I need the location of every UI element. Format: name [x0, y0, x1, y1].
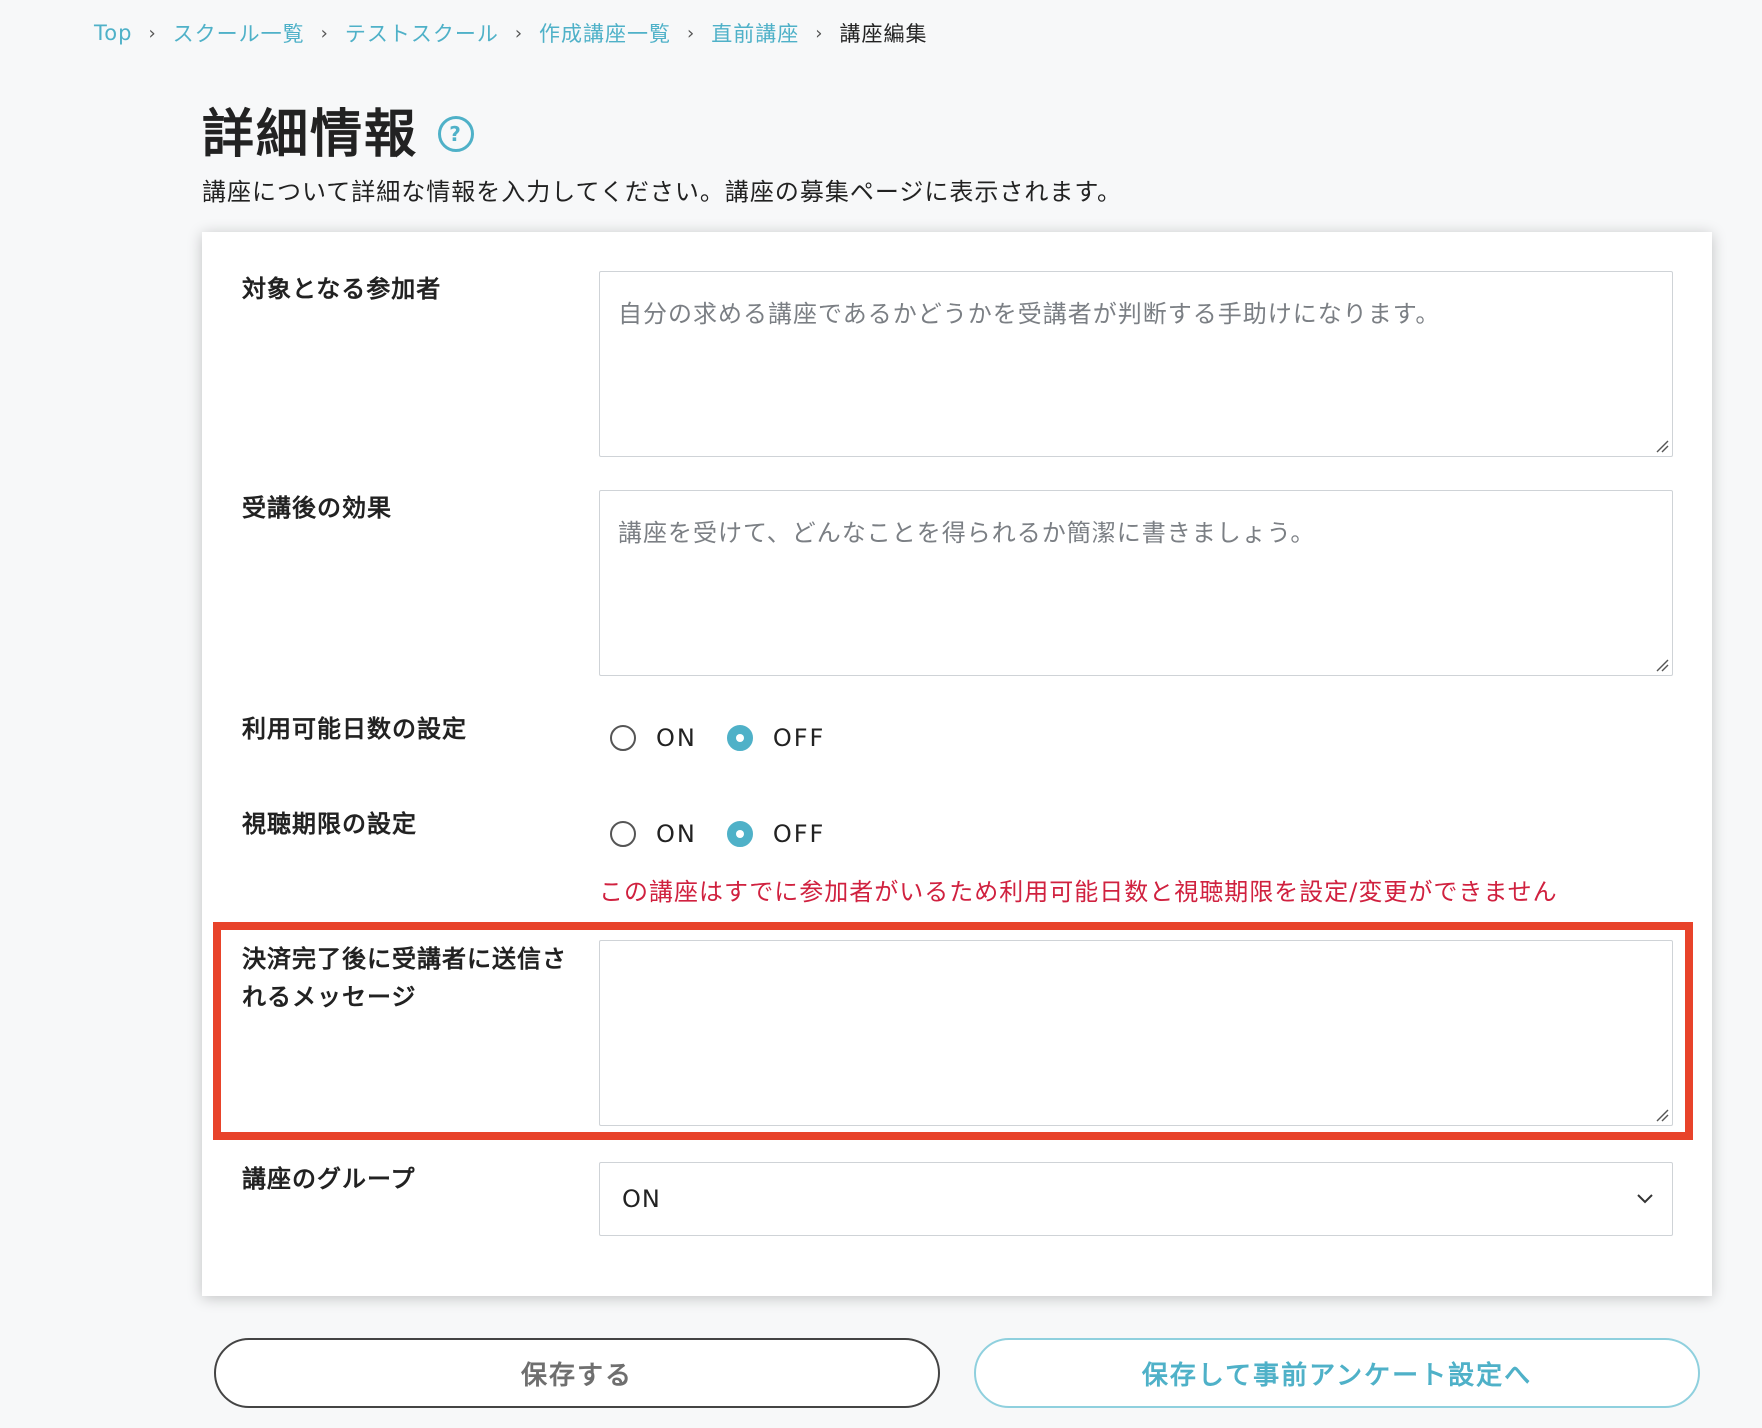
viewing-period-off-option[interactable]: OFF [726, 820, 826, 848]
radio-label: ON [656, 724, 697, 752]
breadcrumb-separator: › [687, 22, 696, 44]
page-title: 詳細情報 ? [202, 92, 475, 167]
target-participants-label: 対象となる参加者 [242, 275, 442, 303]
effects-label: 受講後の効果 [242, 494, 392, 522]
viewing-period-on-option[interactable]: ON [610, 820, 697, 848]
target-participants-placeholder: 自分の求める講座であるかどうかを受講者が判断する手助けになります。 [618, 300, 1441, 328]
help-icon[interactable]: ? [438, 115, 475, 152]
breadcrumb-separator: › [320, 22, 329, 44]
radio-label: OFF [772, 724, 826, 752]
viewing-period-radio-group: ON OFF [610, 820, 855, 848]
effects-placeholder: 講座を受けて、どんなことを得られるか簡潔に書きましょう。 [618, 519, 1316, 547]
radio-unchecked-icon[interactable] [610, 725, 636, 751]
save-and-survey-button[interactable]: 保存して事前アンケート設定へ [974, 1338, 1700, 1408]
breadcrumb-item-test-school[interactable]: テストスクール [345, 18, 499, 48]
breadcrumb-item-school-list[interactable]: スクール一覧 [173, 18, 305, 48]
breadcrumb-item-top[interactable]: Top [94, 21, 132, 45]
chevron-down-icon [1637, 1194, 1653, 1204]
radio-label: OFF [772, 820, 826, 848]
radio-checked-icon[interactable] [726, 725, 753, 751]
page-title-text: 詳細情報 [202, 105, 419, 165]
available-days-on-option[interactable]: ON [610, 724, 697, 752]
breadcrumb-item-course-list[interactable]: 作成講座一覧 [539, 18, 671, 48]
radio-unchecked-icon[interactable] [610, 821, 636, 847]
breadcrumb-separator: › [815, 22, 824, 44]
radio-checked-icon[interactable] [726, 821, 753, 847]
warning-message: この講座はすでに参加者がいるため利用可能日数と視聴期限を設定/変更ができません [599, 878, 1558, 906]
radio-label: ON [656, 820, 697, 848]
page-subtitle: 講座について詳細な情報を入力してください。講座の募集ページに表示されます。 [202, 178, 1122, 206]
resize-handle-icon[interactable] [1655, 439, 1669, 453]
available-days-off-option[interactable]: OFF [726, 724, 826, 752]
group-select-value: ON [622, 1185, 661, 1213]
available-days-radio-group: ON OFF [610, 724, 855, 752]
target-participants-textarea[interactable]: 自分の求める講座であるかどうかを受講者が判断する手助けになります。 [599, 271, 1673, 457]
breadcrumb-separator: › [148, 22, 157, 44]
breadcrumb-item-course[interactable]: 直前講座 [711, 18, 799, 48]
breadcrumb-current: 講座編集 [839, 22, 928, 46]
breadcrumb: Top › スクール一覧 › テストスクール › 作成講座一覧 › 直前講座 ›… [94, 18, 927, 48]
resize-handle-icon[interactable] [1655, 658, 1669, 672]
group-select[interactable]: ON [599, 1162, 1673, 1236]
group-label: 講座のグループ [242, 1165, 416, 1193]
save-button[interactable]: 保存する [214, 1338, 940, 1408]
breadcrumb-separator: › [514, 22, 524, 44]
viewing-period-label: 視聴期限の設定 [242, 810, 417, 838]
available-days-label: 利用可能日数の設定 [242, 715, 467, 743]
highlight-annotation-box [213, 922, 1693, 1140]
effects-textarea[interactable]: 講座を受けて、どんなことを得られるか簡潔に書きましょう。 [599, 490, 1673, 676]
